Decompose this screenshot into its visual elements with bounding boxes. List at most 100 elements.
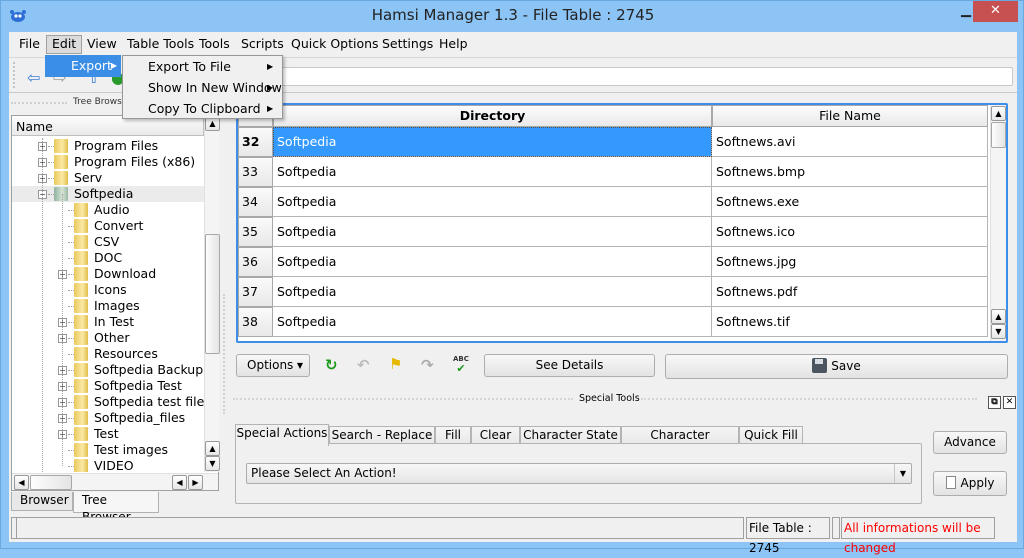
menu-scripts[interactable]: Scripts	[236, 35, 289, 54]
row-number[interactable]: 37	[238, 277, 273, 307]
tree-item[interactable]: Resources	[12, 346, 204, 362]
file-name-cell[interactable]: Softnews.pdf	[712, 277, 988, 307]
menu-edit[interactable]: Edit	[46, 35, 83, 54]
tree-horizontal-scrollbar[interactable]: ◀ ◀ ▶	[12, 473, 218, 490]
menu-table-tools[interactable]: Table Tools	[122, 35, 199, 54]
advance-button[interactable]: Advance	[933, 431, 1007, 454]
file-name-cell[interactable]: Softnews.ico	[712, 217, 988, 247]
tree-vertical-scrollbar[interactable]: ▲ ▲ ▼	[204, 116, 220, 472]
column-header-directory[interactable]: Directory	[273, 105, 712, 127]
refresh-table-icon[interactable]: ↻	[325, 356, 338, 374]
table-row[interactable]: 37 Softpedia Softnews.pdf	[238, 277, 988, 307]
tree-item[interactable]: − Softpedia	[12, 186, 204, 202]
spell-check-icon[interactable]: ABC ✔	[453, 354, 469, 374]
tree-item[interactable]: + Download	[12, 266, 204, 282]
menu-item-show-in-new-window[interactable]: Show In New Window ▶	[123, 77, 282, 98]
row-number[interactable]: 36	[238, 247, 273, 277]
tree-item[interactable]: VIDEO	[12, 458, 204, 472]
tree-item[interactable]: Icons	[12, 282, 204, 298]
tree-item[interactable]: + Softpedia test files	[12, 394, 204, 410]
table-row[interactable]: 32 Softpedia Softnews.avi	[238, 127, 988, 157]
directory-cell[interactable]: Softpedia	[273, 247, 712, 277]
dock-grip[interactable]	[11, 102, 67, 104]
scroll-down-icon[interactable]: ▼	[991, 324, 1006, 339]
tree-item[interactable]: + Program Files (x86)	[12, 154, 204, 170]
back-arrow-icon[interactable]: ⇦	[27, 68, 40, 87]
tab-special-actions[interactable]: Special Actions	[235, 424, 329, 446]
panel-splitter[interactable]	[223, 294, 226, 414]
menu-view[interactable]: View	[82, 35, 122, 54]
save-button[interactable]: Save	[665, 354, 1008, 379]
table-row[interactable]: 36 Softpedia Softnews.jpg	[238, 247, 988, 277]
tree-item[interactable]: Convert	[12, 218, 204, 234]
tree-item[interactable]: Images	[12, 298, 204, 314]
tab-browser[interactable]: Browser	[11, 492, 73, 511]
table-row[interactable]: 38 Softpedia Softnews.tif	[238, 307, 988, 337]
directory-cell[interactable]: Softpedia	[273, 127, 712, 157]
directory-cell[interactable]: Softpedia	[273, 217, 712, 247]
undo-icon[interactable]: ↶	[357, 356, 370, 374]
table-vertical-scrollbar[interactable]: ▲ ▲ ▼	[990, 105, 1006, 341]
scroll-up-icon[interactable]: ▲	[205, 441, 220, 456]
tree-item[interactable]: + Softpedia Test	[12, 378, 204, 394]
tree-column-header-name[interactable]: Name	[12, 116, 204, 136]
row-number[interactable]: 34	[238, 187, 273, 217]
scroll-down-icon[interactable]: ▼	[205, 456, 220, 471]
tree-item[interactable]: Audio	[12, 202, 204, 218]
dock-grip[interactable]	[233, 398, 573, 400]
file-name-cell[interactable]: Softnews.exe	[712, 187, 988, 217]
tree-item[interactable]: CSV	[12, 234, 204, 250]
tree-item[interactable]: DOC	[12, 250, 204, 266]
directory-cell[interactable]: Softpedia	[273, 277, 712, 307]
tree-item[interactable]: Test images	[12, 442, 204, 458]
close-dock-icon[interactable]: ✕	[1003, 396, 1016, 409]
directory-cell[interactable]: Softpedia	[273, 157, 712, 187]
row-number[interactable]: 33	[238, 157, 273, 187]
file-name-cell[interactable]: Softnews.avi	[712, 127, 988, 157]
menu-settings[interactable]: Settings	[377, 35, 438, 54]
column-header-file-name[interactable]: File Name	[712, 105, 988, 127]
menu-item-copy-to-clipboard[interactable]: Copy To Clipboard ▶	[123, 98, 282, 119]
row-number[interactable]: 38	[238, 307, 273, 337]
scroll-thumb[interactable]	[205, 234, 220, 354]
row-number[interactable]: 32	[238, 127, 273, 157]
scroll-left-icon[interactable]: ◀	[172, 475, 187, 490]
address-input[interactable]	[259, 67, 1013, 86]
scroll-right-icon[interactable]: ▶	[188, 475, 203, 490]
directory-cell[interactable]: Softpedia	[273, 307, 712, 337]
table-row[interactable]: 34 Softpedia Softnews.exe	[238, 187, 988, 217]
row-number[interactable]: 35	[238, 217, 273, 247]
dock-grip[interactable]	[641, 398, 977, 400]
tree-item[interactable]: + Softpedia Backup	[12, 362, 204, 378]
h-scroll-thumb[interactable]	[30, 475, 72, 490]
float-dock-icon[interactable]: ⧉	[988, 396, 1001, 409]
tree-item[interactable]: + Softpedia_files	[12, 410, 204, 426]
tree-item[interactable]: + Serv	[12, 170, 204, 186]
menu-item-export-to-file[interactable]: Export To File ▶	[123, 56, 282, 77]
tree-item[interactable]: + Test	[12, 426, 204, 442]
action-select[interactable]: Please Select An Action! ▼	[246, 463, 912, 484]
menu-tools[interactable]: Tools	[194, 35, 235, 54]
close-button[interactable]: ✕	[973, 1, 1018, 22]
options-dropdown-button[interactable]: Options ▼	[236, 354, 310, 377]
scroll-up-icon[interactable]: ▲	[991, 309, 1006, 324]
toolbar-grip[interactable]	[13, 62, 17, 88]
menu-item-export[interactable]: Export ▶	[45, 55, 121, 77]
apply-button[interactable]: Apply	[933, 471, 1007, 496]
tree-item[interactable]: + In Test	[12, 314, 204, 330]
table-row[interactable]: 35 Softpedia Softnews.ico	[238, 217, 988, 247]
tree-item[interactable]: + Other	[12, 330, 204, 346]
table-row[interactable]: 33 Softpedia Softnews.bmp	[238, 157, 988, 187]
flag-icon[interactable]: ⚑	[389, 355, 402, 373]
file-name-cell[interactable]: Softnews.bmp	[712, 157, 988, 187]
directory-cell[interactable]: Softpedia	[273, 187, 712, 217]
menu-file[interactable]: File	[14, 35, 45, 54]
file-name-cell[interactable]: Softnews.jpg	[712, 247, 988, 277]
see-details-button[interactable]: See Details	[484, 354, 655, 377]
table-scroll-thumb[interactable]	[991, 122, 1006, 148]
menu-help[interactable]: Help	[434, 35, 473, 54]
menu-quick-options[interactable]: Quick Options	[286, 35, 384, 54]
tab-tree-browser[interactable]: Tree Browser	[73, 492, 159, 524]
scroll-left-icon[interactable]: ◀	[14, 475, 29, 490]
tree-item[interactable]: + Program Files	[12, 138, 204, 154]
